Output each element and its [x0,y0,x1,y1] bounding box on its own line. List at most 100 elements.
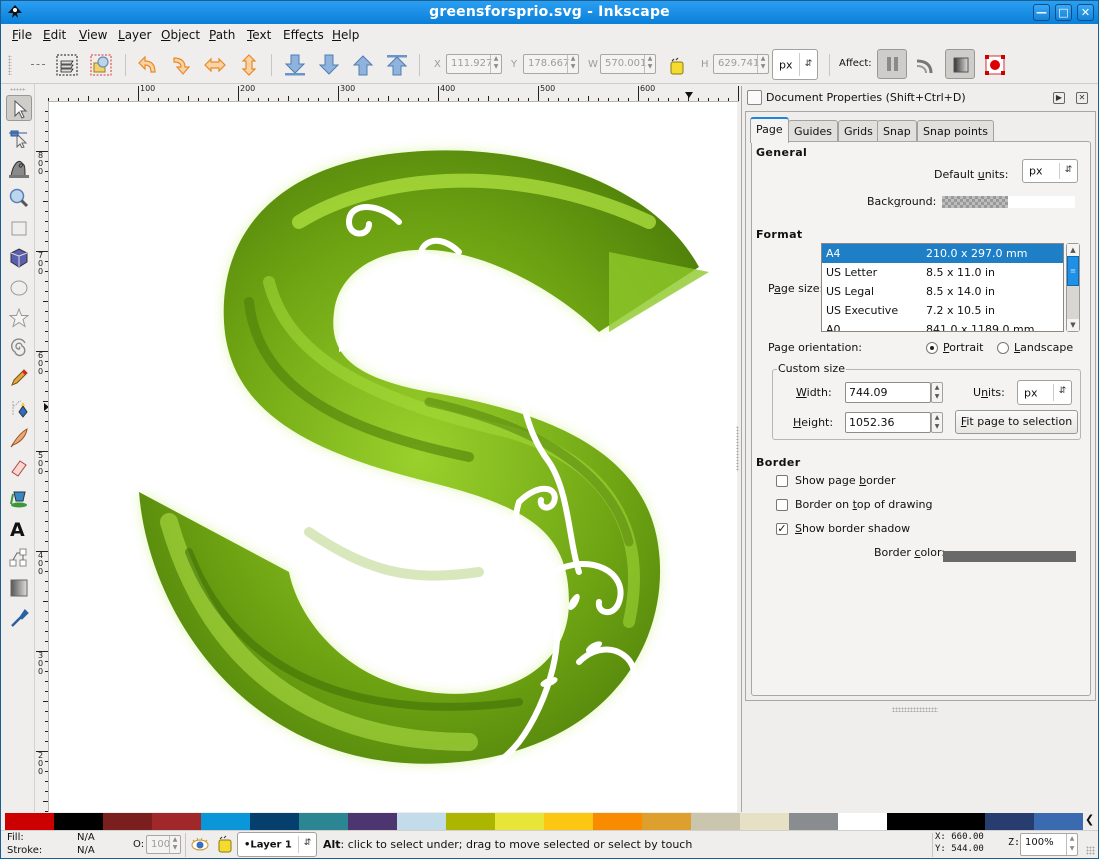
page-size-row-us-legal[interactable]: US Legal 8.5 x 14.0 in [822,282,1063,301]
palette-swatch[interactable] [838,813,887,830]
scale-corners-icon[interactable] [914,55,936,77]
palette-swatch[interactable] [397,813,446,830]
layer-visibility-eye-icon[interactable] [191,836,209,852]
menu-edit[interactable]: Edit [43,28,66,42]
menu-effects[interactable]: Effects [283,28,324,42]
opacity-stepper[interactable]: ▲ ▼ [169,836,180,854]
units-dropdown[interactable]: px ⇵ [772,49,818,80]
custom-units-dropdown[interactable]: px ⇵ [1017,380,1072,405]
palette-swatch[interactable] [642,813,691,830]
palette-swatch[interactable] [446,813,495,830]
portrait-radio[interactable] [926,342,938,354]
menu-path[interactable]: Path [209,28,235,42]
tab-grids[interactable]: Grids [838,120,879,142]
palette-scroll-left-icon[interactable]: ❮ [1085,813,1094,826]
zoom-stepper[interactable]: ▲ ▼ [1066,834,1077,855]
zoom-input[interactable]: 100% ▲ ▼ [1020,833,1078,856]
tweak-tool[interactable] [6,155,32,181]
x-stepper[interactable]: ▲ ▼ [490,55,501,73]
star-tool[interactable] [6,305,32,331]
landscape-radio[interactable] [997,342,1009,354]
flip-horizontal-icon[interactable] [204,54,226,76]
border-on-top-checkbox[interactable] [776,499,788,511]
page-size-row-us-executive[interactable]: US Executive 7.2 x 10.5 in [822,301,1063,320]
toolbar-grip[interactable] [8,55,12,75]
scale-stroke-toggle[interactable] [877,49,907,79]
raise-to-top-icon[interactable] [386,54,408,76]
pencil-tool[interactable] [6,365,32,391]
palette-swatch[interactable] [152,813,201,830]
minimize-button[interactable]: — [1033,4,1050,21]
palette-swatch[interactable] [691,813,740,830]
dock-close-button[interactable]: ✕ [1076,92,1088,104]
menu-help[interactable]: Help [332,28,359,42]
menu-text[interactable]: Text [247,28,271,42]
palette-swatch[interactable] [789,813,838,830]
page-size-row-a0[interactable]: A0 841.0 x 1189.0 mm [822,320,1063,331]
width-stepper[interactable]: ▲ ▼ [931,382,943,403]
show-border-shadow-label[interactable]: Show border shadow [795,522,910,535]
artwork-letter-s[interactable] [49,102,737,812]
horizontal-ruler[interactable]: 100 200 300 400 500 600 [48,84,739,102]
landscape-label[interactable]: Landscape [1014,341,1073,354]
tab-snap[interactable]: Snap [877,120,917,142]
height-stepper[interactable]: ▲ ▼ [931,412,943,433]
vertical-ruler[interactable]: 800 700 600 500 400 300 200 [35,102,49,812]
palette-swatch[interactable] [250,813,299,830]
scroll-down-icon[interactable]: ▼ [1067,319,1079,331]
menu-file[interactable]: File [12,28,32,42]
pen-tool[interactable] [6,395,32,421]
menu-view[interactable]: View [79,28,107,42]
stroke-value[interactable]: N/A [77,845,95,856]
connector-tool[interactable] [6,545,32,571]
current-layer-dropdown[interactable]: •Layer 1 ⇵ [237,832,317,857]
lower-to-bottom-icon[interactable] [284,54,306,76]
palette-swatch[interactable] [495,813,544,830]
rotate-ccw-icon[interactable] [137,54,159,76]
tab-snap-points[interactable]: Snap points [917,120,994,142]
zoom-tool[interactable] [6,185,32,211]
calligraphy-tool[interactable] [6,425,32,451]
lock-ratio-icon[interactable] [666,55,688,77]
x-input[interactable]: 111.927 ▲ ▼ [446,54,502,74]
tab-page[interactable]: Page [750,117,789,143]
toolbox-grip[interactable] [10,88,26,91]
y-stepper[interactable]: ▲ ▼ [567,55,578,73]
text-tool[interactable]: A [6,515,32,541]
palette-swatch[interactable] [544,813,593,830]
palette-swatch[interactable] [103,813,152,830]
page-size-row-us-letter[interactable]: US Letter 8.5 x 11.0 in [822,263,1063,282]
rectangle-tool[interactable] [6,215,32,241]
portrait-label[interactable]: Portrait [943,341,983,354]
fill-value[interactable]: N/A [77,832,95,843]
select-all-icon[interactable] [56,54,78,76]
palette-swatch[interactable] [5,813,54,830]
palette-swatch[interactable] [348,813,397,830]
transform-gradients-toggle[interactable] [945,49,975,79]
show-page-border-label[interactable]: Show page border [795,474,895,487]
transform-patterns-icon[interactable] [984,54,1006,76]
node-tool[interactable] [6,125,32,151]
palette-swatch[interactable] [985,813,1034,830]
paint-bucket-tool[interactable] [6,485,32,511]
scroll-up-icon[interactable]: ▲ [1067,244,1079,256]
show-border-shadow-checkbox[interactable]: ✓ [776,523,788,535]
page-size-row-a4[interactable]: A4 210.0 x 297.0 mm [822,244,1063,263]
width-input[interactable]: 744.09 ▲ ▼ [845,382,943,403]
gradient-tool[interactable] [6,575,32,601]
palette-swatch[interactable] [740,813,789,830]
w-input[interactable]: 570.001 ▲ ▼ [600,54,656,74]
h-input[interactable]: 629.741 ▲ ▼ [713,54,769,74]
selector-tool[interactable] [6,95,32,121]
palette-swatch[interactable] [201,813,250,830]
pane-splitter[interactable] [736,426,739,471]
flip-vertical-icon[interactable] [238,54,260,76]
page-size-scrollbar[interactable]: ▲ ≡ ▼ [1066,243,1080,332]
maximize-button[interactable]: □ [1055,4,1072,21]
dropper-tool[interactable] [6,605,32,631]
dock-iconify-button[interactable]: ▶ [1053,92,1065,104]
w-stepper[interactable]: ▲ ▼ [644,55,655,73]
palette-swatch[interactable] [1034,813,1083,830]
palette-swatch[interactable] [887,813,985,830]
raise-icon[interactable] [352,54,374,76]
